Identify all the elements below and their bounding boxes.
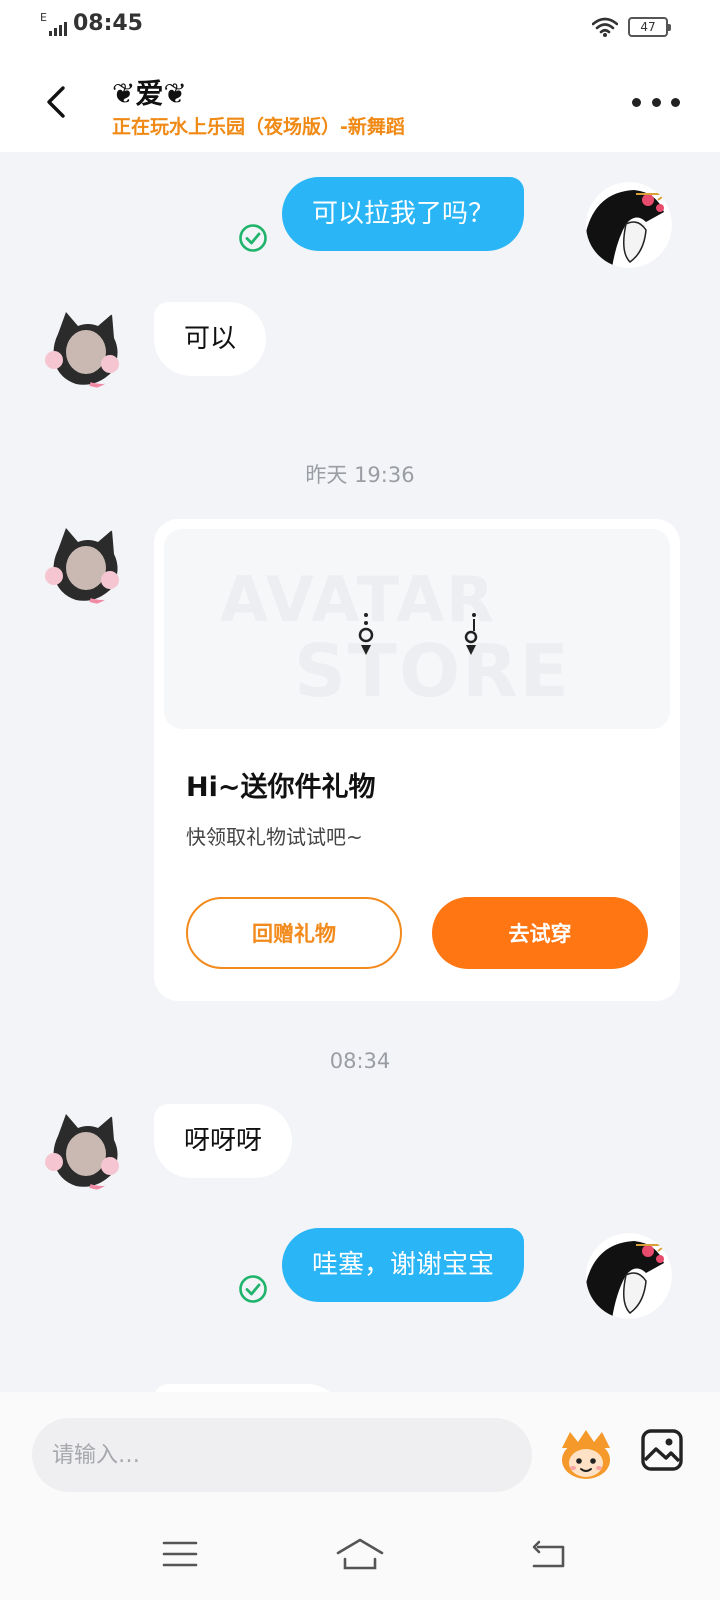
avatar-image [40,304,126,390]
avatar-image [586,1233,672,1319]
more-dot [651,97,661,107]
back-icon [532,1540,565,1568]
check-circle-icon [239,224,267,252]
contact-avatar[interactable] [40,520,126,606]
wifi-icon [592,17,618,37]
contact-name: ❦爱❦ [112,77,187,110]
status-left: E 08:45 [40,11,143,36]
gift-card-title: Hi~送你件礼物 [186,772,376,803]
input-bar [0,1392,720,1512]
image-button[interactable] [640,1428,684,1472]
network-type: E [40,11,47,24]
nav-back-button[interactable] [524,1532,572,1576]
home-icon [336,1538,384,1570]
emoji-button[interactable] [556,1426,616,1482]
signal-indicator: E [40,11,67,36]
menu-icon [162,1541,198,1567]
my-avatar[interactable] [586,182,672,268]
battery-icon: 47 [628,17,671,37]
contact-avatar[interactable] [40,304,126,390]
image-icon [641,1429,683,1471]
status-right: 47 [592,17,671,37]
avatar-image [586,182,672,268]
mascot-emoji-icon [562,1430,610,1479]
status-time: 08:45 [72,11,143,36]
timestamp: 08:34 [329,1049,391,1073]
watermark-store: STORE [294,629,571,713]
message-bubble-incoming[interactable]: 呀呀呀 [154,1104,293,1178]
more-dot [671,97,680,107]
try-on-button[interactable]: 去试穿 [432,897,648,969]
avatar-image [40,1106,126,1192]
earring-icon [358,613,374,655]
more-dots-icon [632,97,641,107]
message-bubble-outgoing[interactable]: 可以拉我了吗？ [282,177,525,251]
message-bubble-incoming[interactable] [154,1384,344,1392]
check-circle-icon [239,1275,267,1303]
message-bubble-outgoing[interactable]: 哇塞，谢谢宝宝 [282,1228,525,1302]
nav-menu-button[interactable] [156,1532,204,1576]
contact-avatar[interactable] [40,1106,126,1192]
earring-icon [464,613,478,655]
gift-card[interactable]: AVATAR STORE Hi~送你件礼物 快领取礼物试试吧~ 回赠礼物 去试穿 [154,519,680,1001]
return-gift-button[interactable]: 回赠礼物 [186,897,402,969]
system-nav-bar [0,1512,720,1600]
status-bar: E 08:45 47 [0,0,720,60]
timestamp: 昨天 19:36 [305,463,415,487]
gift-image: AVATAR STORE [164,529,670,729]
more-button[interactable] [632,88,680,116]
chevron-left-icon [47,86,65,118]
signal-icon [48,20,67,36]
nav-home-button[interactable] [332,1532,388,1576]
gift-card-description: 快领取礼物试试吧~ [186,825,363,849]
message-input[interactable] [32,1418,532,1492]
avatar-image [40,520,126,606]
message-bubble-incoming[interactable]: 可以 [154,302,267,376]
back-button[interactable] [36,78,76,126]
chat-header: ❦爱❦ 正在玩水上乐园（夜场版）-新舞蹈 [0,60,720,152]
my-avatar[interactable] [586,1233,672,1319]
contact-status: 正在玩水上乐园（夜场版）-新舞蹈 [112,116,405,138]
chat-area[interactable]: 可以拉我了吗？ 可以 昨天 19:36 AVATAR STORE Hi~送你件礼… [0,152,720,1392]
